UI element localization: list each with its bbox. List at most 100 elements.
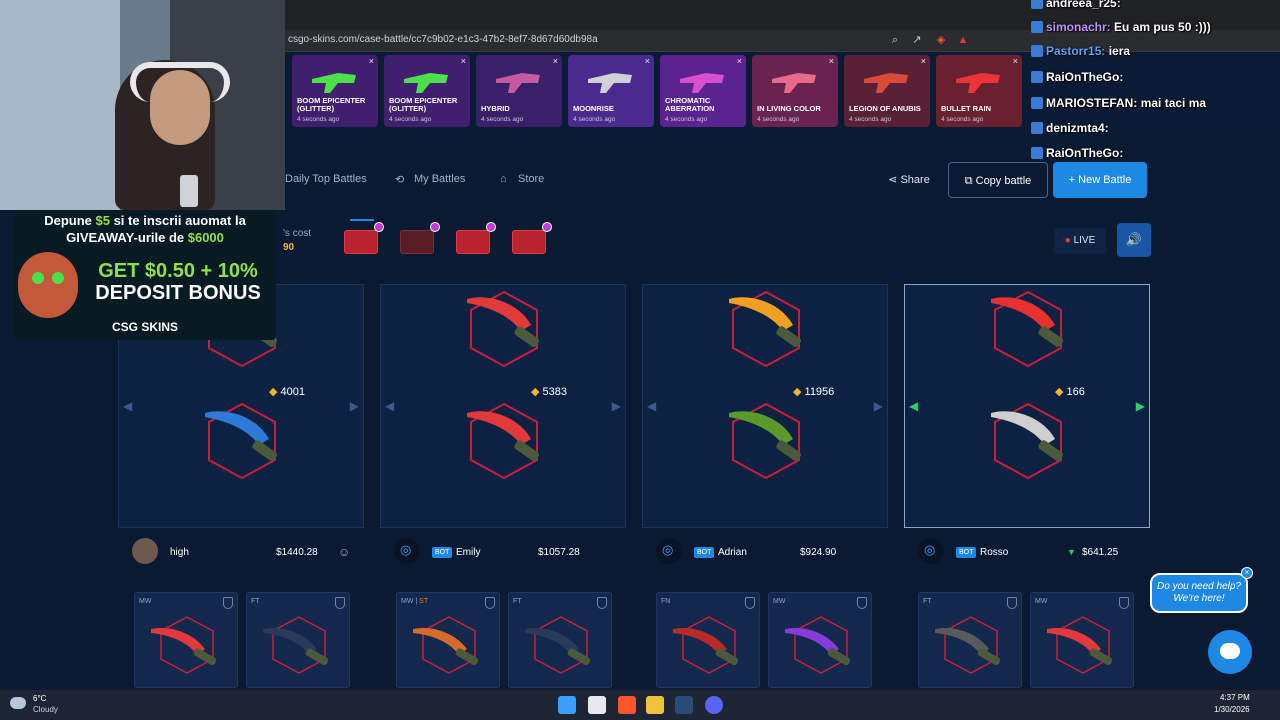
player-row: ◎ BOT Adrian $924.90	[642, 532, 888, 572]
trend-down-icon: ▼	[1067, 547, 1076, 557]
case-item[interactable]	[508, 222, 552, 258]
won-item-card[interactable]: MW	[1030, 592, 1134, 688]
nav-daily-top[interactable]: Daily Top Battles	[285, 173, 367, 185]
close-icon[interactable]: ×	[829, 56, 834, 66]
won-item-card[interactable]: MW	[134, 592, 238, 688]
coin-icon: ◆	[269, 386, 281, 398]
sound-toggle-button[interactable]: 🔊	[1117, 223, 1151, 257]
won-item-card[interactable]: FT	[508, 592, 612, 688]
emoji-icon[interactable]: ☺	[338, 545, 350, 559]
player-row: ◎ BOT Emily $1057.28	[380, 532, 626, 572]
badge-icon	[1031, 21, 1043, 33]
avatar: ◎	[918, 538, 944, 564]
chat-username: Pastorr15:	[1046, 44, 1106, 58]
weapon-icon	[588, 73, 632, 93]
avatar	[132, 538, 158, 564]
folder-icon[interactable]	[646, 696, 664, 714]
weapon-icon	[151, 627, 217, 666]
brave-icon[interactable]	[618, 696, 636, 714]
brave-shield-icon[interactable]: ◈	[934, 33, 948, 47]
help-bubble[interactable]: Do you need help? We're here!	[1150, 573, 1248, 613]
taskview-icon[interactable]	[588, 696, 606, 714]
battle-column: ◆ 11956 ◀ ▶	[642, 284, 888, 528]
chat-username: simonachr:	[1046, 20, 1111, 34]
drop-time: 4 seconds ago	[941, 116, 984, 123]
speaker-icon: 🔊	[1125, 232, 1143, 247]
wear-label: FT	[251, 598, 260, 605]
discord-icon[interactable]	[705, 696, 723, 714]
help-close-icon[interactable]: ×	[1241, 567, 1253, 579]
start-icon[interactable]	[558, 696, 576, 714]
stream-chat: andreea_r25: simonachr: Eu am pus 50 :))…	[1025, 0, 1280, 170]
weapon-icon	[1047, 627, 1113, 666]
drop-card[interactable]: × BULLET RAIN 4 seconds ago	[936, 55, 1022, 127]
chat-support-button[interactable]	[1208, 630, 1252, 674]
knife-icon	[983, 403, 1073, 478]
arrow-right-icon: ▶	[873, 399, 883, 413]
weapon-icon	[956, 73, 1000, 93]
badge-icon	[1031, 45, 1043, 57]
arrow-right-icon: ▶	[1135, 399, 1145, 413]
coin-icon: ◆	[1055, 386, 1067, 398]
won-item-card[interactable]: MW	[768, 592, 872, 688]
bot-badge: BOT	[956, 547, 977, 558]
close-icon[interactable]: ×	[921, 56, 926, 66]
won-item-card[interactable]: FT	[918, 592, 1022, 688]
case-item[interactable]	[340, 222, 384, 258]
nav-store[interactable]: Store	[518, 173, 544, 185]
weapon-icon	[404, 73, 448, 93]
case-item[interactable]	[396, 222, 440, 258]
close-icon[interactable]: ×	[1013, 56, 1018, 66]
player-total: $641.25	[1082, 547, 1119, 558]
steam-icon[interactable]	[675, 696, 693, 714]
drop-card[interactable]: × HYBRID 4 seconds ago	[476, 55, 562, 127]
won-item-card[interactable]: FT	[246, 592, 350, 688]
close-icon[interactable]: ×	[553, 56, 558, 66]
rewards-icon[interactable]: ▲	[956, 33, 970, 47]
avatar: ◎	[394, 538, 420, 564]
won-item-card[interactable]: FN	[656, 592, 760, 688]
drop-time: 4 seconds ago	[297, 116, 340, 123]
badge-icon	[1031, 97, 1043, 109]
arrow-left-icon: ◀	[647, 399, 657, 413]
drop-card[interactable]: × BOOM EPICENTER (GLITTER) 4 seconds ago	[384, 55, 470, 127]
close-icon[interactable]: ×	[737, 56, 742, 66]
knife-icon	[983, 289, 1073, 364]
bot-badge: BOT	[432, 547, 453, 558]
player-total: $1440.28	[276, 547, 318, 558]
won-item-card[interactable]: MW | ST	[396, 592, 500, 688]
chat-message: MARIOSTEFAN: mai taci ma	[1031, 96, 1206, 110]
close-icon[interactable]: ×	[645, 56, 650, 66]
battle-column: ◆ 5383 ◀ ▶	[380, 284, 626, 528]
drop-card[interactable]: × LEGION OF ANUBIS 4 seconds ago	[844, 55, 930, 127]
share-button[interactable]: ⋖ Share	[880, 162, 938, 198]
wear-label: MW | ST	[401, 598, 429, 605]
wear-label: MW	[139, 598, 152, 605]
weapon-icon	[864, 73, 908, 93]
drop-card[interactable]: × IN LIVING COLOR 4 seconds ago	[752, 55, 838, 127]
drop-time: 4 seconds ago	[665, 116, 708, 123]
cost-value: 90	[283, 242, 295, 253]
chat-username: denizmta4:	[1046, 121, 1109, 135]
zoom-icon[interactable]: ⌕	[888, 33, 902, 47]
weapon-icon	[680, 73, 724, 93]
active-case-indicator	[350, 219, 374, 221]
drop-name: IN LIVING COLOR	[757, 104, 821, 113]
badge-icon	[1031, 71, 1043, 83]
bot-icon: ◎	[924, 542, 936, 557]
drop-card[interactable]: × MOONRISE 4 seconds ago	[568, 55, 654, 127]
chat-message: RaiOnTheGo:	[1031, 146, 1123, 160]
close-icon[interactable]: ×	[461, 56, 466, 66]
knife-icon	[459, 289, 549, 364]
drop-time: 4 seconds ago	[849, 116, 892, 123]
drop-card[interactable]: × CHROMATIC ABERRATION 4 seconds ago	[660, 55, 746, 127]
drop-card[interactable]: × BOOM EPICENTER (GLITTER) 4 seconds ago	[292, 55, 378, 127]
case-item[interactable]	[452, 222, 496, 258]
close-icon[interactable]: ×	[369, 56, 374, 66]
nav-my-battles[interactable]: My Battles	[414, 173, 465, 185]
share-page-icon[interactable]: ↗	[910, 33, 924, 47]
url-text[interactable]: csgo-skins.com/case-battle/cc7c9b02-e1c3…	[288, 34, 598, 45]
share-icon: ⋖	[888, 174, 901, 186]
player-name: Emily	[456, 547, 481, 558]
weapon-icon	[772, 73, 816, 93]
